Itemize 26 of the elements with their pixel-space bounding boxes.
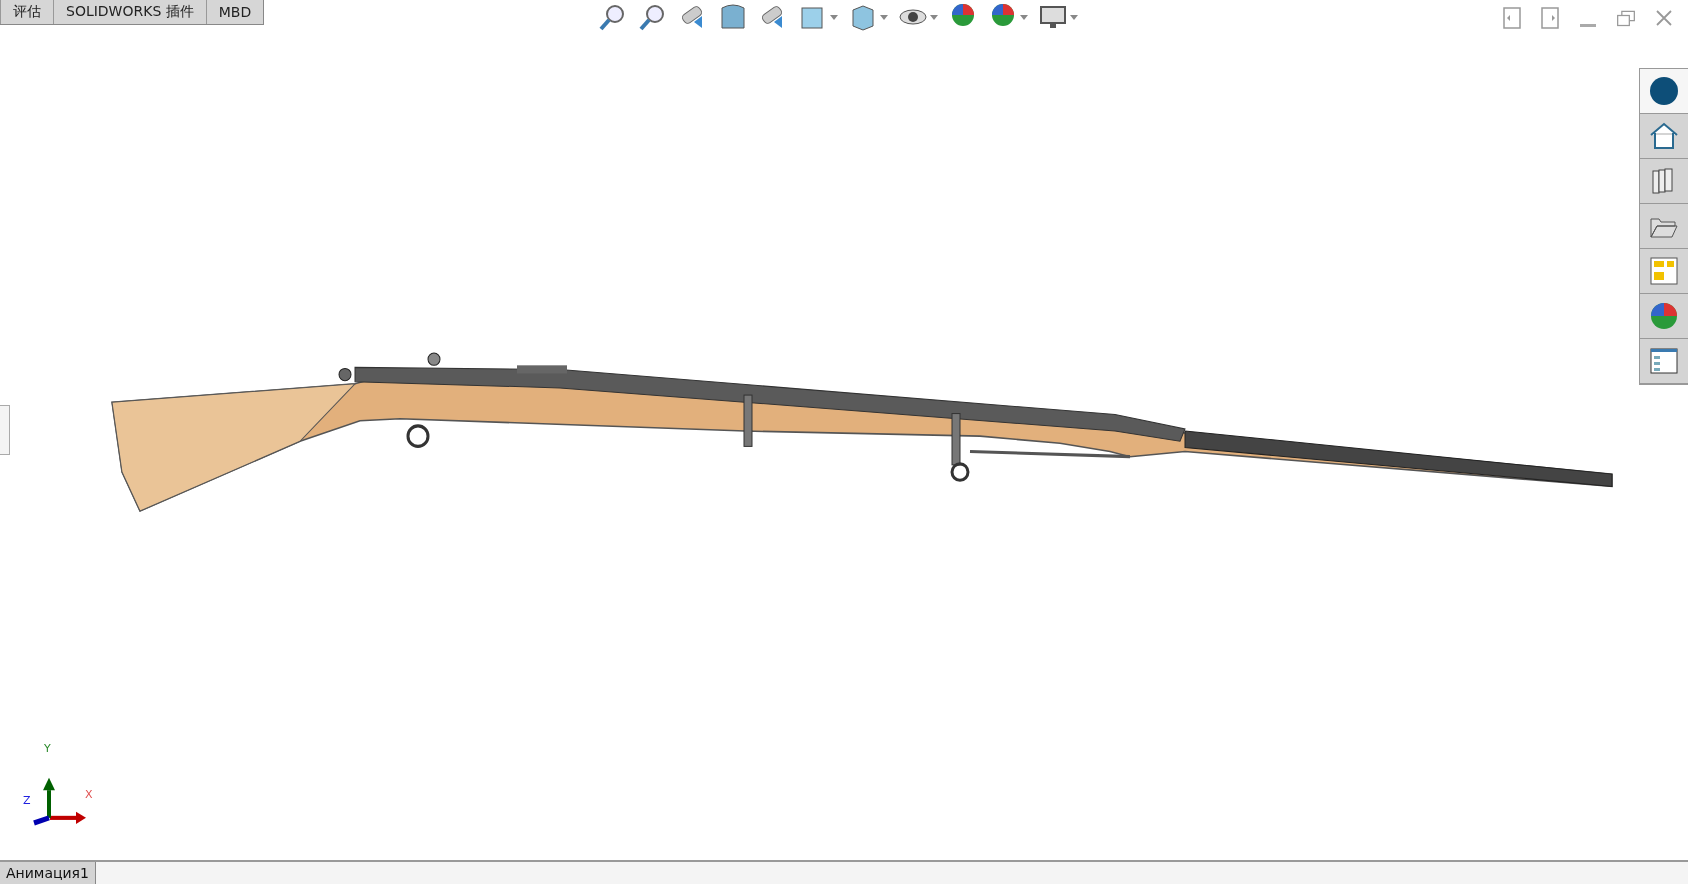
home-icon: [1649, 121, 1679, 151]
color-ball-icon: [1649, 301, 1679, 331]
animation-tab[interactable]: Анимация1: [0, 862, 96, 884]
caret-icon[interactable]: [830, 14, 838, 20]
z-axis-label: Z: [23, 794, 31, 807]
ribbon-tab[interactable]: SOLIDWORKS 插件: [53, 0, 206, 24]
task-pane-tab[interactable]: [1640, 339, 1688, 384]
ribbon-tab[interactable]: 评估: [0, 0, 53, 24]
dock-right-icon[interactable]: [1540, 6, 1560, 30]
x-axis-label: X: [85, 788, 93, 801]
task-pane-tab[interactable]: [1640, 159, 1688, 204]
caret-icon[interactable]: [880, 14, 888, 20]
task-pane-tab[interactable]: [1640, 114, 1688, 159]
list-icon: [1649, 346, 1679, 376]
task-pane-tab[interactable]: [1640, 294, 1688, 339]
y-axis-label: Y: [44, 742, 51, 755]
panel-handle[interactable]: [0, 405, 10, 455]
x-axis-arrow: [50, 811, 86, 825]
caret-icon[interactable]: [1070, 14, 1078, 20]
caret-icon[interactable]: [1020, 14, 1028, 20]
caret-icon[interactable]: [930, 14, 938, 20]
layout-icon: [1649, 256, 1679, 286]
task-pane-tab[interactable]: [1640, 69, 1688, 114]
ribbon-tab[interactable]: MBD: [205, 0, 264, 24]
dock-left-icon[interactable]: [1502, 6, 1522, 30]
y-axis-arrow: [43, 777, 55, 818]
